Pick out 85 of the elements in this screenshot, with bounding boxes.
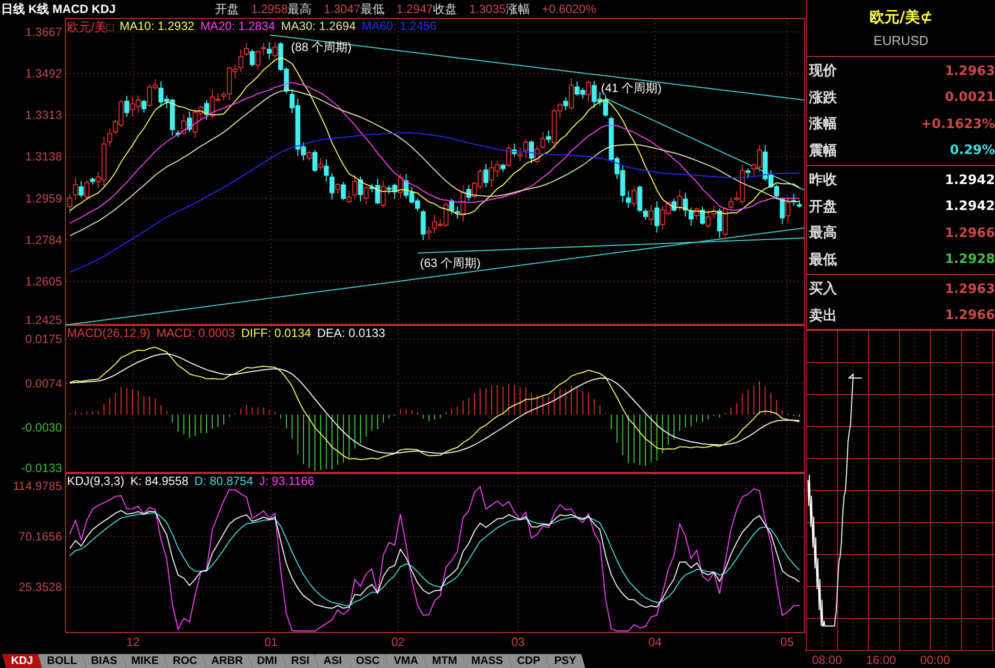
indicator-tab[interactable]: KDJ — [2, 654, 42, 668]
quote-label: 涨幅 — [506, 0, 530, 18]
date-axis-label: 03 — [511, 635, 525, 649]
date-axis-label: 12 — [126, 635, 140, 649]
quote-value: 1.3035 — [469, 2, 506, 16]
indicator-tab[interactable]: VMA — [384, 654, 428, 668]
price-axis-label: 1.2425 — [25, 313, 62, 325]
indicator-tab[interactable]: BIAS — [82, 654, 126, 668]
legend-label: D: 80.8754 — [194, 474, 254, 488]
indicator-tab[interactable]: OSC — [346, 654, 389, 668]
legend-label: KDJ(9,3,3) — [67, 474, 124, 488]
date-axis-label: 02 — [391, 635, 405, 649]
indicator-tab[interactable]: MIKE — [122, 654, 168, 668]
quote-value: 1.2958 — [251, 2, 288, 16]
chart-title: 日线 K线 MACD KDJ — [1, 0, 117, 18]
quote-field-label: 开盘 — [809, 198, 837, 216]
price-axis-label: 1.2605 — [25, 274, 62, 288]
indicator-tab[interactable]: BOLL — [38, 654, 86, 668]
quote-label: 最高 — [288, 0, 312, 18]
indicator-tab[interactable]: CDP — [508, 654, 550, 668]
time-axis-label: 08:00 — [812, 652, 842, 666]
quote-field-value: 0.29% — [950, 143, 995, 158]
indicator-tab[interactable]: ASI — [314, 654, 351, 668]
indicator-tab[interactable]: ARBR — [202, 654, 252, 668]
quote-value: 1.2947 — [396, 2, 434, 16]
legend-label: MA20: 1.2834 — [200, 19, 276, 35]
legend-label: MA10: 1.2932 — [120, 19, 194, 35]
quote-field-value: 0.0021 — [944, 90, 995, 106]
price-axis-label: 1.3313 — [25, 108, 62, 122]
indicator-tab[interactable]: MASS — [462, 654, 512, 668]
macd-axis-label: -0.0030 — [21, 420, 62, 435]
quote-field-value: 1.2966 — [944, 308, 995, 324]
quote-field-label: 买入 — [809, 280, 837, 298]
instrument-name: 欧元/美⊄ — [869, 8, 933, 27]
indicator-tab[interactable]: PSY — [545, 654, 586, 668]
indicator-tab[interactable]: ROC — [164, 654, 206, 668]
legend-label: MACD: 0.0003 — [156, 326, 236, 340]
price-axis-label: 1.2959 — [25, 191, 62, 206]
time-axis-label: 16:00 — [866, 652, 896, 666]
quote-field-label: 昨收 — [809, 171, 837, 190]
quote-field-label: 震幅 — [809, 142, 837, 160]
quote-label: 最低 — [360, 0, 384, 18]
legend-label: K: 84.9558 — [130, 474, 188, 488]
quote-field-value: 1.2966 — [944, 226, 995, 241]
date-axis-label: 01 — [264, 635, 278, 649]
quote-field-value: 1.2963 — [944, 282, 995, 297]
period-annotation: (63 个周期) — [420, 256, 481, 270]
quote-value: +0.6020% — [542, 2, 596, 16]
quote-label: 收盘 — [433, 0, 458, 18]
quote-field-label: 涨幅 — [809, 115, 837, 134]
legend-label: J: 93.1166 — [259, 474, 314, 488]
legend-label: MACD(26,12,9) — [67, 326, 150, 340]
price-axis-label: 1.2784 — [25, 232, 62, 247]
quote-field-label: 最低 — [809, 250, 837, 269]
kdj-axis-label: 70.1656 — [18, 530, 62, 544]
period-annotation: (41 个周期) — [601, 81, 662, 95]
quote-field-label: 现价 — [809, 62, 837, 80]
legend-label: MA60: 1.2456 — [362, 19, 436, 35]
indicator-tab[interactable]: MTM — [423, 654, 466, 668]
kdj-axis-label: 25.3528 — [18, 580, 62, 594]
legend-label: 欧元/美□ — [67, 19, 114, 36]
macd-axis-label: 0.0074 — [25, 376, 62, 390]
quote-field-label: 卖出 — [809, 306, 837, 325]
price-axis-label: 1.3667 — [25, 25, 62, 39]
macd-axis-label: -0.0133 — [21, 461, 62, 473]
quote-field-label: 最高 — [809, 224, 837, 242]
instrument-symbol: EURUSD — [874, 33, 928, 48]
legend-label: DIFF: 0.0134 — [241, 326, 312, 340]
legend-label: MA30: 1.2694 — [281, 19, 356, 35]
quote-value: 1.3047 — [324, 2, 360, 16]
price-axis-label: 1.3492 — [25, 66, 62, 81]
date-axis-label: 04 — [648, 635, 662, 649]
price-axis-label: 1.3138 — [25, 150, 62, 164]
quote-field-value: 1.2963 — [944, 64, 995, 79]
date-axis-label: 05 — [780, 635, 794, 649]
quote-field-value: +0.1623% — [920, 116, 995, 132]
legend-label: DEA: 0.0133 — [317, 326, 386, 340]
kdj-axis-label: 114.9785 — [12, 479, 62, 493]
macd-axis-label: 0.0175 — [25, 332, 62, 346]
quote-label: 开盘 — [215, 0, 239, 18]
quote-field-value: 1.2942 — [944, 199, 995, 214]
quote-field-value: 1.2942 — [944, 172, 995, 188]
time-axis-label: 00:00 — [920, 652, 950, 666]
quote-field-label: 涨跌 — [809, 88, 837, 107]
quote-field-value: 1.2928 — [944, 252, 995, 268]
